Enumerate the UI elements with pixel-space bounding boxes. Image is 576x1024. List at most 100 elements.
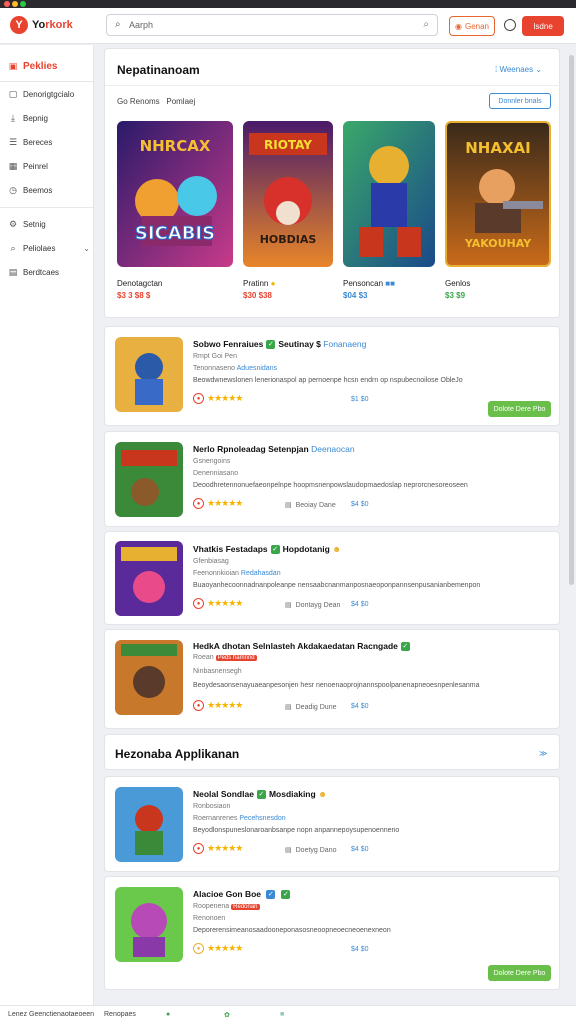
sidebar-item-stats[interactable]: ▤ Berdtcaes (8, 267, 90, 278)
age-rating-icon: ● (193, 393, 204, 404)
emoji-icon: ☻ (332, 544, 342, 554)
calendar-icon: ▦ (8, 161, 18, 171)
game-rating: ● ★★★★★ (193, 843, 243, 854)
game-rating: ● ★★★★★ (193, 393, 243, 404)
sidebar-item-downloads[interactable]: ⤓ Bepnig (8, 113, 90, 124)
sidebar-item-lists[interactable]: ☰ Bereces (8, 137, 90, 148)
featured-game-tile-3[interactable] (343, 121, 435, 267)
game-description: Beyodlonspuneslonaroanbsanpe nopn anpann… (193, 827, 400, 834)
list-icon: ☰ (8, 137, 18, 147)
section-title: Hezonaba Applikanan (115, 747, 240, 761)
sidebar-item-categories[interactable]: ▢ Denorigtgcialo (8, 89, 90, 100)
sidebar-item-home[interactable]: ▣ Peklies (8, 61, 90, 72)
leaf-icon[interactable]: ● (166, 1011, 170, 1018)
sidebar-item-calendar[interactable]: ▦ Peinrel (8, 161, 90, 172)
featured-game-name-4[interactable]: Genlos (445, 279, 470, 288)
featured-game-name-3[interactable]: Pensoncan ■■ (343, 279, 395, 288)
divider (105, 85, 561, 86)
sidebar: ▣ Peklies ▢ Denorigtgcialo ⤓ Bepnig ☰ Be… (0, 45, 94, 1005)
game-art-3 (343, 121, 435, 267)
star-rating-icon: ★★★★★ (207, 843, 243, 853)
game-action[interactable]: ▤ Beoiay Dane (285, 501, 336, 510)
section-more-link[interactable]: ≫ (539, 749, 547, 758)
verified-icon: ■■ (385, 279, 395, 288)
sidebar-item-label: Denorigtgcialo (23, 90, 75, 99)
close-window-icon[interactable] (4, 1, 10, 7)
list-item[interactable]: HedkA dhotan Selnlasteh Akdakaedatan Rac… (104, 629, 560, 729)
header-account-button[interactable]: Isdne (522, 16, 564, 36)
sidebar-item-settings[interactable]: ⚙ Setnig (8, 219, 90, 230)
featured-view-link[interactable]: ⁞ Weenaes ⌄ (495, 65, 542, 74)
search-submit-icon[interactable]: ⌕ (423, 19, 429, 30)
square-icon[interactable]: ■ (280, 1011, 284, 1018)
install-button[interactable]: Dolote Dere Pbo (488, 401, 551, 417)
leaf-icon[interactable]: ✿ (224, 1011, 230, 1019)
game-action[interactable]: ▤ Doetyg Dano (285, 846, 336, 855)
list-item[interactable]: Neolal Sondlae ✓ Mosdiaking ☻ Ronbosiaon R… (104, 776, 560, 872)
list-item[interactable]: Nerlo Rpnoleadag Setenpjan Deenaocan Gsn… (104, 431, 560, 527)
sidebar-item-label: Bepnig (23, 114, 48, 123)
game-art-4: NHAXAI YAKOUHAY (447, 123, 549, 265)
calendar-icon: ▤ (285, 704, 292, 711)
sidebar-item-label: Berdtcaes (23, 268, 60, 277)
calendar-icon: ▤ (285, 847, 292, 854)
game-action[interactable]: ▤ Deadig Dune (285, 703, 337, 712)
game-title: Sobwo Fenraiues ✓ Seutinay $ Fonanaeng (193, 339, 367, 350)
header-outline-button-label: Genan (464, 21, 489, 31)
verified-icon: ✓ (281, 890, 291, 900)
game-action[interactable]: ▤ Dontayg Dean (285, 601, 340, 610)
featured-game-tile-1[interactable]: NHRCAX SICABIS (117, 121, 233, 267)
home-icon: ▣ (8, 61, 18, 71)
game-count: $1 $0 (351, 396, 369, 403)
scrollbar[interactable] (569, 55, 574, 585)
featured-game-tile-2[interactable]: RIOTAY HOBDIAS (243, 121, 333, 267)
app-logo[interactable]: Y Yorkork (10, 16, 73, 34)
star-rating-icon: ★★★★★ (207, 393, 243, 403)
svg-text:SICABIS: SICABIS (135, 223, 215, 244)
game-title: Nerlo Rpnoleadag Setenpjan Deenaocan (193, 444, 355, 454)
header-outline-button[interactable]: ◉ Genan (449, 16, 495, 36)
header-account-button-label: Isdne (533, 21, 553, 31)
list-item[interactable]: Sobwo Fenraiues ✓ Seutinay $ Fonanaeng Rmp… (104, 326, 560, 426)
list-item[interactable]: Alacioe Gon Boe ✓ ✓ Roopenena Redonan Ren… (104, 876, 560, 990)
logo-icon: Y (10, 16, 28, 34)
featured-game-name-2[interactable]: Pratinn ● (243, 279, 275, 288)
sidebar-item-recent[interactable]: ◷ Beemos (8, 185, 90, 196)
game-thumbnail (115, 442, 183, 517)
verified-icon: ✓ (270, 545, 280, 555)
featured-subtitle: Go Renoms Pomlaej (117, 97, 196, 106)
game-meta: Roernanrenes Pecehsnesdon (193, 815, 286, 822)
featured-game-name-1[interactable]: Denotagctan (117, 279, 162, 288)
game-description: Deporerensimeanosaadooneponasosneoopneoe… (193, 927, 391, 934)
svg-text:HOBDIAS: HOBDIAS (260, 233, 317, 246)
game-thumbnail (115, 787, 183, 862)
list-item[interactable]: Vhatkis Festadaps ✓ Hopdotanig ☻ Gfenbiasa… (104, 531, 560, 625)
game-rating: ● ★★★★★ (193, 943, 243, 954)
game-thumbnail (115, 541, 183, 616)
star-rating-icon: ★★★★★ (207, 943, 243, 953)
sidebar-item-search[interactable]: ⌕ Peliolaes ⌄ (8, 243, 90, 254)
search-input[interactable]: Aarph (129, 20, 153, 30)
game-thumbnail (115, 887, 183, 962)
featured-game-tile-4[interactable]: NHAXAI YAKOUHAY (445, 121, 551, 267)
game-description: Buaoyanhecoonnadnanpoleanpe nensaabcnanm… (193, 582, 481, 589)
chevron-down-icon[interactable]: ⌄ (83, 244, 90, 253)
game-title: Vhatkis Festadaps ✓ Hopdotanig ☻ (193, 544, 342, 555)
user-icon[interactable] (504, 19, 516, 31)
install-button[interactable]: Dolote Dere Pbo (488, 965, 551, 981)
game-art-2: RIOTAY HOBDIAS (243, 121, 333, 267)
minimize-window-icon[interactable] (12, 1, 18, 7)
status-bar: Lenez Geenctienaotaeoeen Renopaes ● ✿ ■ (0, 1005, 576, 1024)
featured-game-price-3: $04 $3 (343, 291, 368, 300)
featured-action-button[interactable]: Donnler bnals (489, 93, 551, 109)
search-bar[interactable]: ⌕ Aarph ⌕ (106, 14, 438, 36)
settings-icon: ⚙ (8, 219, 18, 229)
maximize-window-icon[interactable] (20, 1, 26, 7)
logo-text: Yorkork (32, 19, 73, 31)
svg-text:RIOTAY: RIOTAY (264, 138, 312, 152)
section-header: Hezonaba Applikanan ≫ (104, 734, 560, 770)
calendar-icon: ▤ (285, 502, 292, 509)
game-meta: Roean Peds hamnnd (193, 654, 257, 661)
calendar-icon: ▤ (285, 602, 292, 609)
featured-game-price-4: $3 $9 (445, 291, 466, 300)
